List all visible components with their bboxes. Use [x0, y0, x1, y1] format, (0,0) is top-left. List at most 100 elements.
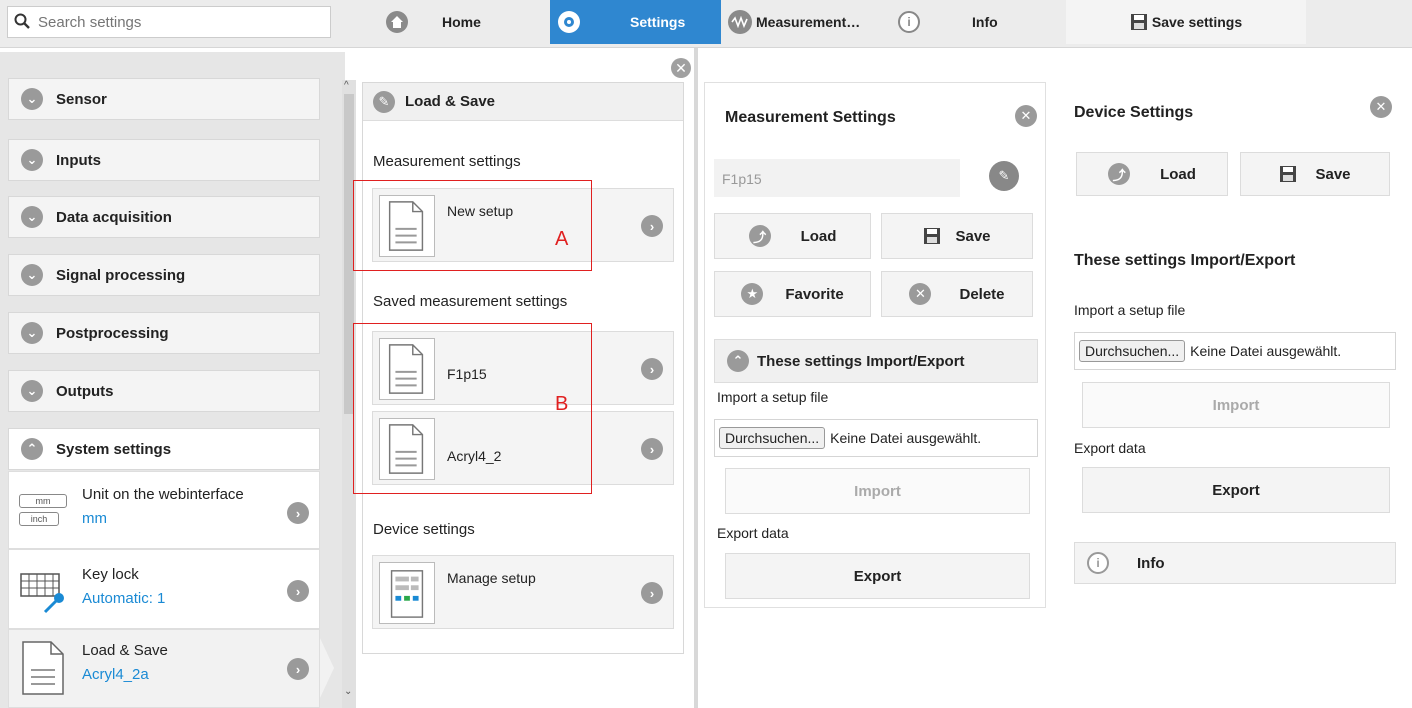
sidebar-item-key-lock[interactable]: Key lock Automatic: 1 ›: [8, 549, 320, 629]
floppy-icon: [924, 228, 941, 244]
export-label: Export data: [717, 525, 789, 541]
annotation-label-a: A: [555, 228, 569, 250]
save-settings-label: Save settings: [1151, 14, 1243, 30]
close-icon[interactable]: ✕: [1015, 105, 1037, 127]
info-icon: i: [1087, 552, 1109, 574]
sidebar-item-unit[interactable]: mm inch Unit on the webinterface mm ›: [8, 471, 320, 549]
search-icon: [14, 13, 30, 29]
category-label: Outputs: [56, 382, 114, 400]
file-input[interactable]: Durchsuchen... Keine Datei ausgewählt.: [714, 419, 1038, 457]
category-sensor[interactable]: ⌄ Sensor: [8, 78, 320, 120]
gear-icon: [558, 11, 580, 33]
browse-button[interactable]: Durchsuchen...: [719, 427, 826, 449]
sidebar-item-value: Automatic: 1: [82, 590, 166, 607]
sidebar-item-value: mm: [82, 510, 107, 527]
annotation-box-a: [353, 180, 592, 271]
tab-info-label: Info: [972, 14, 998, 30]
info-section[interactable]: i Info: [1074, 542, 1396, 584]
import-export-header[interactable]: ⌃ These settings Import/Export: [714, 339, 1038, 383]
panel-header: ✎ Load & Save: [363, 83, 683, 121]
chevron-down-icon: ⌄: [21, 380, 43, 402]
delete-button[interactable]: ✕ Delete: [881, 271, 1033, 317]
tab-home[interactable]: Home: [376, 0, 548, 44]
panel-title: Load & Save: [405, 93, 496, 110]
panel-title: Device Settings: [1074, 104, 1194, 121]
no-file-text: Keine Datei ausgewählt.: [1190, 343, 1342, 359]
category-inputs[interactable]: ⌄ Inputs: [8, 139, 320, 181]
setting-name-field[interactable]: F1p15: [714, 159, 960, 197]
chevron-right-icon: ›: [287, 580, 309, 602]
chevron-right-icon: ›: [287, 658, 309, 680]
active-pointer-arrow: [320, 638, 334, 698]
home-icon: [386, 11, 408, 33]
category-data-acquisition[interactable]: ⌄ Data acquisition: [8, 196, 320, 238]
search-box[interactable]: [7, 6, 331, 38]
keyboard-icon: [20, 573, 64, 614]
search-input[interactable]: [38, 12, 318, 32]
chevron-down-icon: ⌄: [21, 322, 43, 344]
device-settings-panel: Device Settings ✕ ⤴ Load Save These setti…: [1060, 82, 1410, 602]
export-button[interactable]: Export: [725, 553, 1030, 599]
chevron-up-icon: ⌃: [727, 350, 749, 372]
delete-icon: ✕: [909, 283, 932, 305]
pencil-icon: ✎: [373, 90, 395, 113]
document-icon: [22, 641, 64, 695]
chevron-down-icon: ⌄: [21, 264, 43, 286]
floppy-icon: [1280, 166, 1297, 182]
device-import-button[interactable]: Import: [1082, 382, 1390, 428]
category-label: Sensor: [56, 90, 107, 108]
device-export-button[interactable]: Export: [1082, 467, 1390, 513]
chevron-right-icon: ›: [641, 582, 663, 604]
star-icon: ★: [741, 283, 764, 305]
waveform-icon: [728, 10, 752, 34]
chevron-down-icon: ⌄: [21, 88, 43, 110]
device-setup-icon: [379, 562, 435, 624]
tab-measurement[interactable]: Measurement…: [728, 0, 888, 44]
save-settings-button[interactable]: Save settings: [1066, 0, 1306, 44]
panel-divider: [694, 48, 698, 708]
category-label: Signal processing: [56, 266, 186, 284]
category-label: System settings: [56, 440, 172, 458]
sidebar-item-label: Unit on the webinterface: [82, 486, 244, 503]
section-saved-settings: Saved measurement settings: [373, 293, 568, 310]
category-postprocessing[interactable]: ⌄ Postprocessing: [8, 312, 320, 354]
import-export-title: These settings Import/Export: [1074, 252, 1296, 269]
export-label: Export data: [1074, 440, 1146, 456]
category-system-settings[interactable]: ⌃ System settings: [8, 428, 320, 470]
tab-settings[interactable]: Settings: [550, 0, 721, 44]
sidebar-item-load-save[interactable]: Load & Save Acryl4_2a ›: [8, 629, 320, 708]
device-save-button[interactable]: Save: [1240, 152, 1390, 196]
sidebar-item-label: Key lock: [82, 566, 139, 583]
tab-home-label: Home: [442, 14, 481, 30]
chevron-down-icon: ⌄: [21, 206, 43, 228]
manage-setup-card[interactable]: Manage setup ›: [372, 555, 674, 629]
load-icon: ⤴: [748, 225, 771, 247]
device-load-button[interactable]: ⤴ Load: [1076, 152, 1228, 196]
scroll-down-icon[interactable]: ⌄: [344, 686, 352, 697]
save-button[interactable]: Save: [881, 213, 1033, 259]
tab-measurement-label: Measurement…: [756, 14, 861, 30]
chevron-right-icon: ›: [287, 502, 309, 524]
category-signal-processing[interactable]: ⌄ Signal processing: [8, 254, 320, 296]
file-input[interactable]: Durchsuchen... Keine Datei ausgewählt.: [1074, 332, 1396, 370]
favorite-button[interactable]: ★ Favorite: [714, 271, 871, 317]
tab-settings-label: Settings: [630, 14, 686, 30]
info-icon: i: [898, 11, 920, 33]
load-button[interactable]: ⤴ Load: [714, 213, 871, 259]
import-label: Import a setup file: [717, 389, 829, 405]
annotation-label-b: B: [555, 393, 569, 415]
edit-pencil-icon[interactable]: ✎: [989, 161, 1019, 191]
card-label: Manage setup: [447, 570, 536, 586]
floppy-icon: [1130, 14, 1147, 30]
category-outputs[interactable]: ⌄ Outputs: [8, 370, 320, 412]
browse-button[interactable]: Durchsuchen...: [1079, 340, 1186, 362]
scroll-up-icon[interactable]: ^: [344, 80, 349, 91]
section-measurement-settings: Measurement settings: [373, 153, 521, 170]
sidebar-item-label: Load & Save: [82, 642, 168, 659]
import-button[interactable]: Import: [725, 468, 1030, 514]
close-icon[interactable]: ✕: [1370, 96, 1392, 118]
unit-icon: mm inch: [19, 494, 67, 530]
load-icon: ⤴: [1108, 163, 1131, 185]
tab-info[interactable]: i Info: [898, 0, 1058, 44]
close-icon[interactable]: ✕: [671, 58, 691, 78]
